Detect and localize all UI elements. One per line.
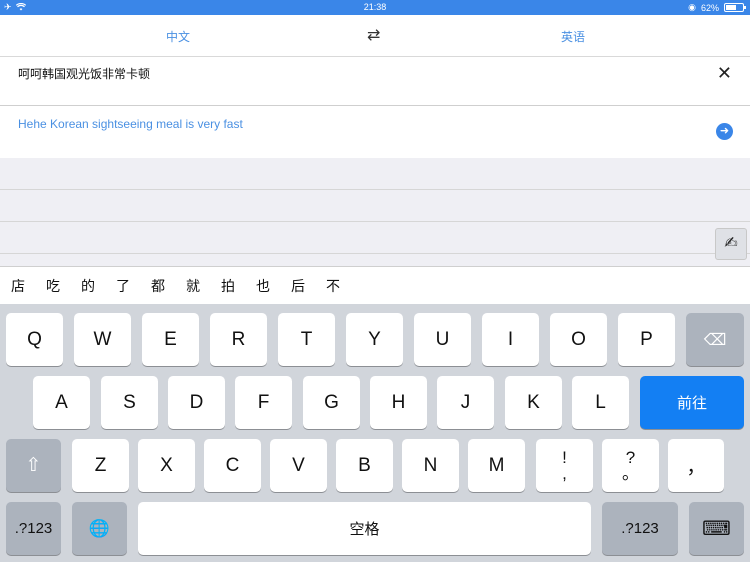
key-q[interactable]: Q [6,313,63,366]
key-x[interactable]: X [138,439,195,492]
list-item [0,222,750,254]
key-a[interactable]: A [33,376,90,429]
battery-icon [724,3,746,12]
candidate-word[interactable]: 也 [256,276,270,296]
source-text-area[interactable]: 呵呵韩国观光饭非常卡顿 ✕ [0,57,750,106]
language-bar: 中文 ⇄ 英语 [0,15,750,57]
key-e[interactable]: E [142,313,199,366]
list-item [0,158,750,190]
key-b[interactable]: B [336,439,393,492]
key-w[interactable]: W [74,313,131,366]
go-button[interactable]: 前往 [640,376,744,429]
candidate-word[interactable]: 后 [291,276,305,296]
keyboard-hide-icon[interactable]: ⌨ [689,502,744,555]
candidate-word[interactable]: 拍 [221,276,235,296]
key-y[interactable]: Y [346,313,403,366]
key-v[interactable]: V [270,439,327,492]
key-c[interactable]: C [204,439,261,492]
history-list: ✍ [0,158,750,266]
number-mode-key-left[interactable]: .?123 [6,502,61,555]
candidate-word[interactable]: 都 [151,276,165,296]
list-item [0,190,750,222]
key-k[interactable]: K [505,376,562,429]
key-m[interactable]: M [468,439,525,492]
key-l[interactable]: L [572,376,629,429]
globe-icon[interactable]: 🌐 [72,502,127,555]
close-icon[interactable]: ✕ [717,63,732,84]
swap-languages-icon[interactable]: ⇄ [367,25,380,45]
key-f[interactable]: F [235,376,292,429]
key-bottom-glyph: 。 [622,463,639,483]
status-right: ◉ 62% [688,2,746,13]
candidate-word[interactable]: 就 [186,276,200,296]
backspace-icon[interactable]: ⌫ [686,313,744,366]
candidate-word[interactable]: 了 [116,276,130,296]
battery-percent: 62% [700,2,719,13]
candidate-word[interactable]: 的 [81,276,95,296]
key-bottom-glyph: , [562,463,567,483]
key-t[interactable]: T [278,313,335,366]
status-time: 21:38 [363,2,387,12]
candidate-bar: 店 吃 的 了 都 就 拍 也 后 不 [0,266,750,304]
candidate-word[interactable]: 吃 [46,276,60,296]
status-bar: ✈ 21:38 ◉ 62% [0,0,750,15]
translation-text: Hehe Korean sightseeing meal is very fas… [18,117,243,131]
keyboard: Q W E R T Y U I O P ⌫ A S D F G H J K L … [0,304,750,562]
candidate-word[interactable]: 店 [11,276,25,296]
candidate-word[interactable]: 不 [326,276,340,296]
space-key[interactable]: 空格 [138,502,591,555]
key-u[interactable]: U [414,313,471,366]
key-r[interactable]: R [210,313,267,366]
key-n[interactable]: N [402,439,459,492]
arrow-right-icon[interactable]: ➜ [716,123,733,140]
key-o[interactable]: O [550,313,607,366]
source-language-button[interactable]: 中文 [166,28,190,45]
key-d[interactable]: D [168,376,225,429]
key-h[interactable]: H [370,376,427,429]
key-p[interactable]: P [618,313,675,366]
location-icon: ◉ [688,2,696,12]
translation-result: Hehe Korean sightseeing meal is very fas… [0,106,750,158]
key-exclaim-comma[interactable]: ! , [536,439,593,492]
key-question-period[interactable]: ? 。 [602,439,659,492]
key-s[interactable]: S [101,376,158,429]
key-g[interactable]: G [303,376,360,429]
shift-icon[interactable]: ⇧ [6,439,61,492]
key-z[interactable]: Z [72,439,129,492]
key-fullwidth-comma[interactable]: ， [668,439,724,492]
key-j[interactable]: J [437,376,494,429]
handwriting-icon[interactable]: ✍ [715,228,747,260]
key-i[interactable]: I [482,313,539,366]
target-language-button[interactable]: 英语 [561,28,585,45]
number-mode-key-right[interactable]: .?123 [602,502,678,555]
source-text[interactable]: 呵呵韩国观光饭非常卡顿 [18,65,150,82]
